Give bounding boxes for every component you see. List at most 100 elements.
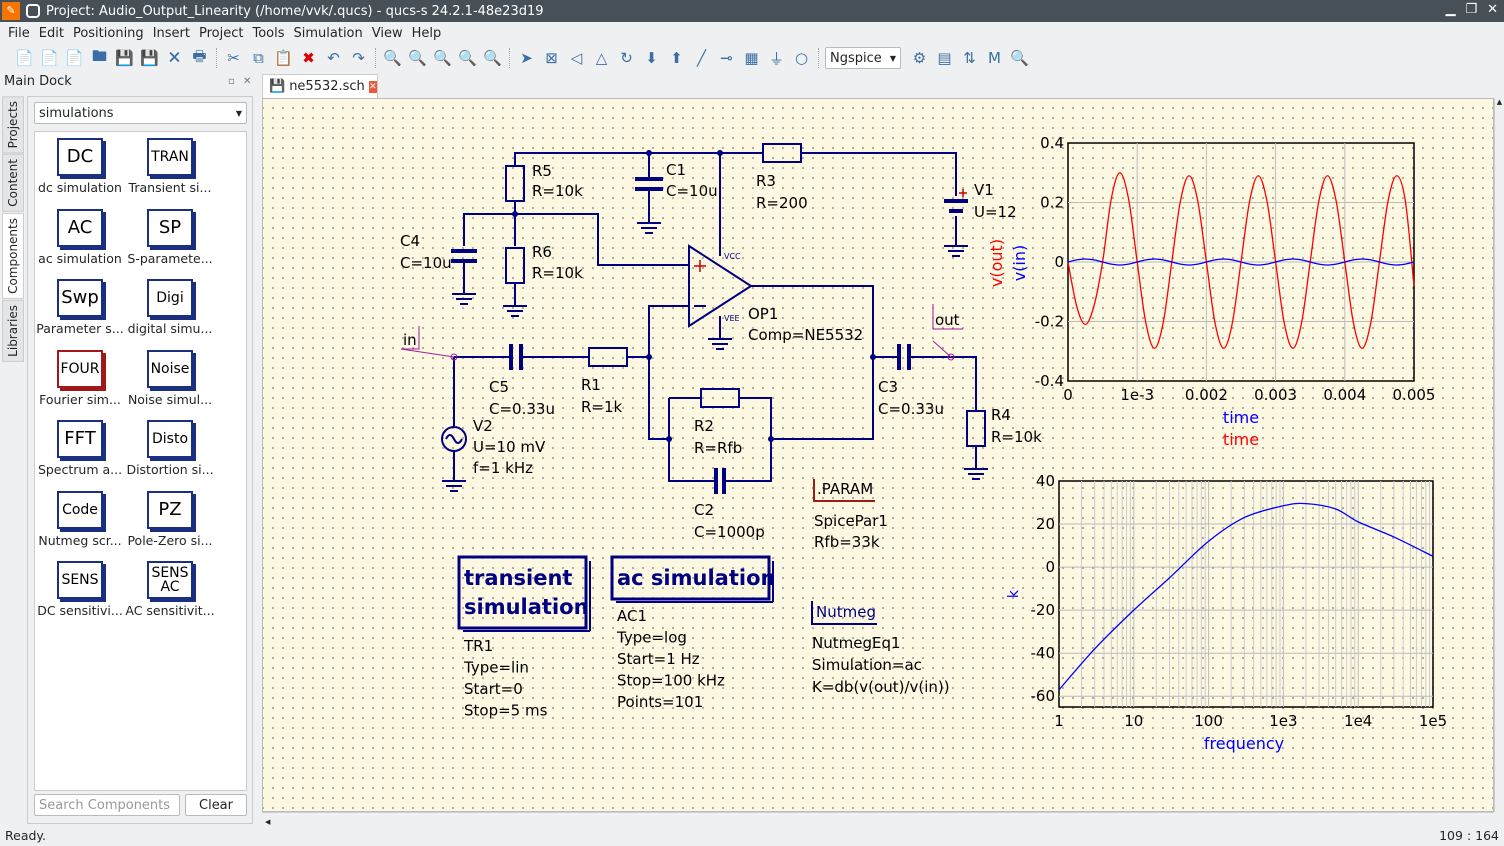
menu-view[interactable]: View: [372, 26, 403, 41]
pin-icon[interactable]: [26, 4, 40, 18]
optimize-icon[interactable]: 🔍: [1009, 47, 1031, 69]
float-icon[interactable]: ▫: [228, 72, 235, 92]
equation-icon[interactable]: ▦: [741, 47, 763, 69]
component-item[interactable]: PZ Pole-Zero si...: [125, 490, 215, 548]
menu-file[interactable]: File: [8, 26, 30, 41]
horizontal-scrollbar[interactable]: ◀: [262, 812, 1494, 826]
component-label: Start=1 Hz: [617, 650, 700, 668]
zoom-in-icon[interactable]: 🔍: [457, 47, 479, 69]
y-tick-label: -0.2: [1035, 313, 1064, 331]
component-label: C5: [489, 378, 509, 396]
set-marker-icon[interactable]: ⇅: [959, 47, 981, 69]
tab-label: ne5532.sch: [289, 79, 365, 94]
undo-icon[interactable]: ↶: [323, 47, 345, 69]
menu-positioning[interactable]: Positioning: [73, 26, 144, 41]
new-symbol-icon[interactable]: 📄: [64, 47, 86, 69]
edit-activate-icon[interactable]: ⊠: [541, 47, 563, 69]
component-label: Spectrum a...: [37, 462, 123, 477]
new-document-icon[interactable]: 📄: [14, 47, 36, 69]
wire-icon[interactable]: ╱: [691, 47, 713, 69]
rotate-icon[interactable]: ↻: [616, 47, 638, 69]
new-text-icon[interactable]: 📄: [39, 47, 61, 69]
minimize-icon[interactable]: ▁: [1445, 2, 1455, 17]
schematic-canvas[interactable]: R5 R=10k R6 R=10k C1 C=10u R3 R=200 V1 U=12 C4 C=10…: [262, 98, 1494, 812]
component-item[interactable]: DC dc simulation: [35, 138, 125, 195]
component-item[interactable]: Swp Parameter s...: [35, 279, 125, 336]
go-into-subcircuit-icon[interactable]: ⬇: [641, 47, 663, 69]
component-icon: Disto: [147, 420, 193, 458]
side-tab-libraries[interactable]: Libraries: [2, 299, 24, 362]
component-label: VCC: [724, 252, 741, 261]
component-label: C=0.33u: [489, 400, 555, 418]
side-tab-projects[interactable]: Projects: [2, 96, 24, 154]
zoom-fit-icon[interactable]: 🔍: [382, 47, 404, 69]
components-panel: simulations ▼ DC dc simulation TRAN Transien…: [27, 96, 253, 824]
clear-button[interactable]: Clear: [185, 794, 247, 816]
wire-label-icon[interactable]: ⊸: [716, 47, 738, 69]
zoom-selection-icon[interactable]: 🔍: [407, 47, 429, 69]
zoom-1-1-icon[interactable]: 🔍: [432, 47, 454, 69]
simulator-select[interactable]: Ngspice ▼: [825, 47, 901, 69]
menu-simulation[interactable]: Simulation: [294, 26, 363, 41]
save-icon[interactable]: 💾: [114, 47, 136, 69]
component-item[interactable]: Digi digital simu...: [125, 279, 215, 336]
menu-edit[interactable]: Edit: [39, 26, 64, 41]
component-label: V1: [974, 181, 994, 199]
port-icon[interactable]: ○: [791, 47, 813, 69]
mirror-x-icon[interactable]: ◁: [566, 47, 588, 69]
component-item[interactable]: SP S-paramete...: [125, 208, 215, 266]
print-icon[interactable]: 🖶: [189, 47, 211, 69]
pop-out-icon[interactable]: ⬆: [666, 47, 688, 69]
component-item[interactable]: SENS DC sensitivi...: [35, 561, 125, 618]
component-item[interactable]: SENS AC AC sensitivit...: [125, 561, 215, 618]
delete-icon[interactable]: ✖: [298, 47, 320, 69]
side-tab-components[interactable]: Components: [2, 213, 24, 299]
vertical-scrollbar[interactable]: ▲: [1494, 98, 1504, 812]
component-item[interactable]: TRAN Transient si...: [125, 138, 215, 195]
y-tick-label: -0.4: [1035, 372, 1064, 390]
side-tab-content[interactable]: Content: [2, 154, 24, 213]
copy-icon[interactable]: ⧉: [248, 47, 270, 69]
simulate-icon[interactable]: ⚙: [909, 47, 931, 69]
component-list: DC dc simulation TRAN Transient si... AC ac s…: [34, 131, 247, 791]
zoom-out-icon[interactable]: 🔍: [482, 47, 504, 69]
component-item[interactable]: FOUR Fourier sim...: [35, 349, 125, 407]
component-item[interactable]: Disto Distortion si...: [125, 420, 215, 477]
tab-close-icon[interactable]: ✕: [368, 80, 377, 93]
component-item[interactable]: Noise Noise simul...: [125, 349, 215, 407]
component-item[interactable]: FFT Spectrum a...: [35, 420, 125, 477]
dock-close-icon[interactable]: ✕: [243, 72, 251, 92]
ac-chart[interactable]: 1 10 100 1e3 1e4 1e5 40 20 0 -20 -40 -60 frequency k: [1006, 472, 1447, 753]
redo-icon[interactable]: ↷: [348, 47, 370, 69]
x-axis-label: time: [1223, 408, 1259, 427]
component-item[interactable]: Code Nutmeg scr...: [35, 490, 125, 548]
close-icon[interactable]: ✕: [1487, 2, 1498, 17]
paste-icon[interactable]: 📋: [273, 47, 295, 69]
display-dpl-icon[interactable]: ▤: [934, 47, 956, 69]
cut-icon[interactable]: ✂: [223, 47, 245, 69]
category-value: simulations: [39, 105, 114, 121]
tab-ne5532[interactable]: 💾 ne5532.sch ✕: [262, 74, 378, 98]
save-all-icon[interactable]: 💾: [139, 47, 161, 69]
category-select[interactable]: simulations ▼: [34, 102, 247, 124]
component-label: R2: [694, 417, 714, 435]
component-icon: DC: [57, 138, 103, 176]
menu-insert[interactable]: Insert: [153, 26, 190, 41]
menu-help[interactable]: Help: [412, 26, 442, 41]
x-tick-label: 1e3: [1269, 712, 1297, 730]
open-icon[interactable]: 🖿: [89, 47, 111, 69]
select-icon[interactable]: ➤: [516, 47, 538, 69]
mirror-y-icon[interactable]: △: [591, 47, 613, 69]
close-document-icon[interactable]: 🗙: [164, 47, 186, 69]
menu-project[interactable]: Project: [199, 26, 243, 41]
maximize-icon[interactable]: ❐: [1465, 2, 1477, 17]
search-input[interactable]: Search Components: [34, 794, 180, 816]
transient-chart[interactable]: 0 1e-3 0.002 0.003 0.004 0.005 0.4 0.2 0 -0.2 -0.4…: [987, 134, 1435, 449]
menu-tools[interactable]: Tools: [252, 26, 284, 41]
tune-icon[interactable]: M: [984, 47, 1006, 69]
component-icon: FOUR: [57, 349, 103, 388]
component-item[interactable]: AC ac simulation: [35, 208, 125, 266]
component-icon: SENS AC: [147, 561, 193, 599]
app-logo-icon: ✎: [2, 2, 20, 20]
ground-icon[interactable]: ⏚: [766, 47, 788, 69]
